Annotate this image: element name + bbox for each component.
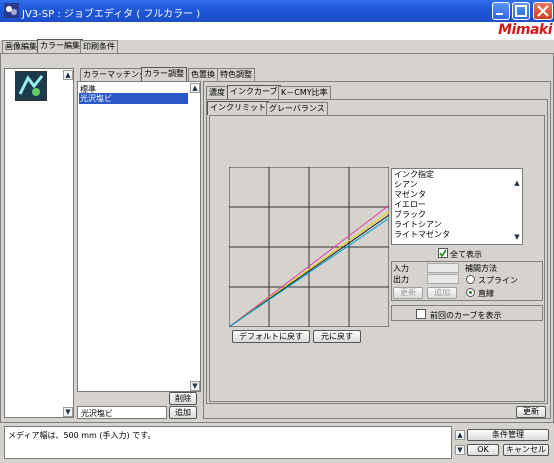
scroll-down-icon[interactable]: ▼ <box>455 445 465 455</box>
spline-label: スプライン <box>478 276 518 285</box>
list-item[interactable]: ライトマゼンタ <box>394 229 450 240</box>
tab-image-edit[interactable]: 画像編集 <box>2 40 40 53</box>
update-point-button[interactable]: 更新 <box>393 287 423 299</box>
spline-radio[interactable] <box>466 275 475 284</box>
tab-ink-curve[interactable]: インクカーブ <box>227 85 281 99</box>
update-button[interactable]: 更新 <box>516 406 546 418</box>
delete-button[interactable]: 削除 <box>169 392 197 405</box>
tab-ink-limit[interactable]: インクリミット <box>207 101 269 115</box>
media-name-value: 光沢塩ビ <box>81 409 113 418</box>
ink-list[interactable]: インク指定 シアン マゼンタ イエロー ブラック ライトシアン ライトマゼンタ … <box>391 168 523 245</box>
minimize-button[interactable] <box>492 2 510 20</box>
prev-curve-label: 前回のカーブを表示 <box>430 311 502 320</box>
media-name-field[interactable]: 光沢塩ビ <box>77 406 167 419</box>
scroll-up-icon[interactable]: ▲ <box>190 83 200 93</box>
title-bar: JV3-SP : ジョブエディタ ( フルカラー ) <box>0 0 554 22</box>
maximize-icon <box>515 5 527 17</box>
maximize-button[interactable] <box>512 2 530 20</box>
linear-label: 直線 <box>478 289 494 298</box>
show-all-checkbox[interactable] <box>438 248 448 258</box>
thumbnail-image <box>16 72 46 100</box>
scroll-up-icon[interactable]: ▲ <box>455 430 465 440</box>
ok-button[interactable]: OK <box>467 444 499 456</box>
input-label: 入力 <box>393 264 409 273</box>
tab-density[interactable]: 濃度 <box>206 86 228 99</box>
tab-print-conditions[interactable]: 印刷条件 <box>80 40 118 53</box>
tab-gray-balance[interactable]: グレーバランス <box>266 102 328 115</box>
restore-button[interactable]: 元に戻す <box>313 330 361 343</box>
minimize-icon <box>496 13 503 15</box>
add-point-button[interactable]: 追加 <box>427 287 457 299</box>
tab-color-adjust[interactable]: カラー調整 <box>141 67 187 81</box>
scroll-down-icon[interactable]: ▼ <box>190 381 200 391</box>
tab-color-matching[interactable]: カラーマッチング <box>80 68 150 81</box>
window-title: JV3-SP : ジョブエディタ ( フルカラー ) <box>22 9 201 20</box>
checkmark-icon <box>439 249 447 258</box>
scroll-down-icon[interactable]: ▼ <box>63 407 73 417</box>
tab-spot-color[interactable]: 特色調整 <box>217 68 255 81</box>
list-item-selected[interactable]: 光沢塩ビ <box>79 93 188 104</box>
close-icon <box>537 5 549 17</box>
tab-color-replace[interactable]: 色置換 <box>188 68 218 81</box>
cancel-button[interactable]: キャンセル <box>503 444 549 456</box>
scroll-up-icon[interactable]: ▲ <box>512 179 522 189</box>
close-button[interactable] <box>533 2 553 20</box>
ink-curve-chart[interactable] <box>229 167 389 327</box>
output-stepper[interactable] <box>427 274 459 284</box>
interp-header: 補間方法 <box>465 264 497 273</box>
prev-curve-checkbox[interactable] <box>416 309 426 319</box>
scroll-up-icon[interactable]: ▲ <box>63 70 73 80</box>
tab-kcmy-ratio[interactable]: K－CMY比率 <box>278 86 331 99</box>
media-list[interactable]: 標準 光沢塩ビ ▲ ▼ <box>77 81 201 392</box>
image-thumbnail[interactable] <box>15 71 47 101</box>
status-message: メディア幅は、500 mm (手入力) です。 <box>8 431 156 440</box>
app-icon <box>4 3 19 18</box>
add-media-button[interactable]: 追加 <box>169 406 197 419</box>
brand-logo: Mimaki <box>498 22 552 38</box>
linear-radio[interactable] <box>466 288 475 297</box>
reset-default-button[interactable]: デフォルトに戻す <box>232 330 310 343</box>
input-stepper[interactable] <box>427 263 459 273</box>
tab-color-edit[interactable]: カラー編集 <box>37 39 83 53</box>
status-message-box: メディア幅は、500 mm (手入力) です。 <box>4 426 452 459</box>
scroll-down-icon[interactable]: ▼ <box>512 233 522 243</box>
show-all-label: 全て表示 <box>450 250 482 259</box>
output-label: 出力 <box>393 275 409 284</box>
thumbnail-list[interactable]: ▲ ▼ <box>4 68 74 418</box>
radio-dot <box>469 291 472 294</box>
header-band: Mimaki <box>0 22 554 40</box>
conditions-button[interactable]: 条件管理 <box>467 429 549 441</box>
